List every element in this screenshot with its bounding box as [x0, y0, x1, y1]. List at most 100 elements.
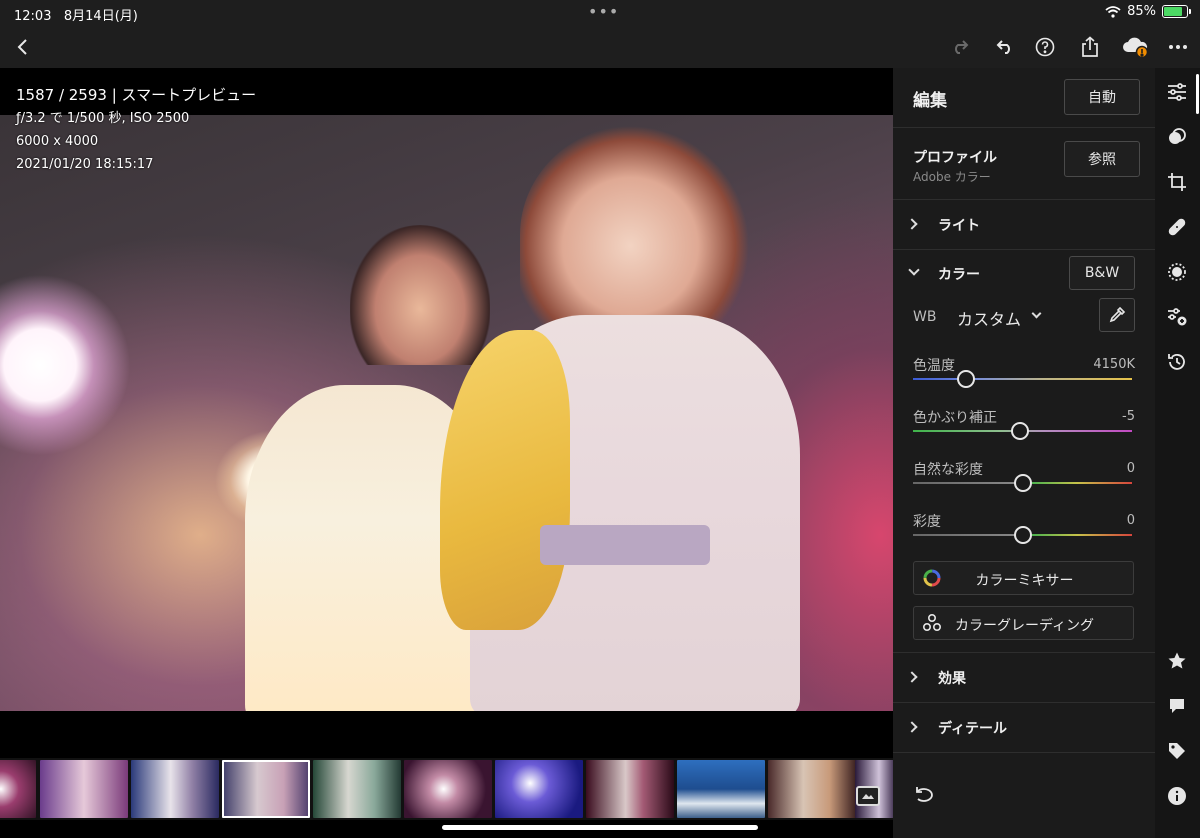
wb-select[interactable]: カスタム [957, 304, 1057, 329]
vibrance-label: 自然な彩度 [913, 462, 983, 478]
photo-sash [540, 525, 710, 565]
edit-header: 編集 自動 [893, 68, 1155, 128]
edit-panel: 編集 自動 プロファイル Adobe カラー 参照 ライト カラー B&W WB… [893, 68, 1155, 838]
share-icon [1082, 36, 1098, 57]
filmstrip-thumb-selected[interactable] [222, 760, 310, 818]
profile-value[interactable]: Adobe カラー [913, 168, 991, 185]
saturation-value[interactable]: 0 [1055, 513, 1135, 528]
tag-icon [1169, 743, 1185, 759]
photo-viewer[interactable]: 1587 / 2593 | スマートプレビュー ƒ/3.2 で 1/500 秒,… [0, 68, 893, 758]
photo-info-overlay: 1587 / 2593 | スマートプレビュー ƒ/3.2 で 1/500 秒,… [16, 84, 256, 176]
color-grading-button[interactable]: カラーグレーディング [913, 606, 1134, 640]
help-icon [1035, 37, 1055, 57]
keywords-button[interactable] [1166, 740, 1188, 762]
filmstrip-icon [862, 794, 874, 799]
masking-tool-button[interactable] [1166, 261, 1188, 283]
reset-icon [916, 787, 933, 802]
crop-icon [1168, 173, 1186, 191]
temperature-slider[interactable] [913, 378, 1132, 380]
bandage-icon [1168, 218, 1186, 236]
tool-rail [1155, 68, 1200, 838]
chevron-left-icon [17, 39, 27, 55]
status-right: 85% [1105, 4, 1191, 19]
help-button[interactable] [1032, 34, 1058, 60]
tint-label: 色かぶり補正 [913, 410, 997, 426]
wb-value: カスタム [957, 310, 1022, 329]
profile-section: プロファイル Adobe カラー 参照 [893, 128, 1155, 200]
history-tool-button[interactable] [1166, 351, 1188, 373]
active-tool-indicator [1196, 74, 1199, 114]
chevron-right-icon [906, 671, 918, 683]
back-button[interactable] [10, 34, 36, 60]
effects-title: 効果 [938, 671, 966, 687]
photo-datetime: 2021/01/20 18:15:17 [16, 157, 154, 172]
filmstrip-thumb[interactable] [586, 760, 674, 818]
photo-subject-left [350, 225, 490, 365]
saturation-slider-knob[interactable] [1013, 526, 1032, 544]
battery-icon [1162, 5, 1191, 18]
chevron-right-icon [906, 721, 918, 733]
color-title: カラー [938, 267, 980, 283]
filmstrip-thumb[interactable] [313, 760, 401, 818]
edit-title: 編集 [913, 91, 947, 111]
vibrance-slider-knob[interactable] [1013, 474, 1032, 492]
presets-tool-button[interactable] [1166, 126, 1188, 148]
auto-button[interactable]: 自動 [1064, 79, 1140, 115]
more-icon [1169, 45, 1187, 49]
photo-index: 1587 / 2593 | スマートプレビュー [16, 86, 257, 104]
info-button[interactable] [1166, 785, 1188, 807]
temperature-label: 色温度 [913, 358, 955, 374]
filmstrip-thumb[interactable] [677, 760, 765, 818]
rating-button[interactable] [1166, 650, 1188, 672]
wifi-icon [1105, 5, 1121, 18]
undo-button[interactable] [992, 34, 1018, 60]
home-indicator[interactable] [442, 825, 758, 830]
redo-icon [955, 40, 969, 54]
tint-slider-knob[interactable] [1011, 422, 1030, 440]
filmstrip[interactable] [0, 758, 893, 820]
share-button[interactable] [1077, 34, 1103, 60]
filmstrip-thumb[interactable] [495, 760, 583, 818]
filmstrip-thumb[interactable] [131, 760, 219, 818]
cloud-sync-button[interactable] [1120, 34, 1150, 60]
cloud-warning-icon [1123, 37, 1149, 58]
filmstrip-thumb[interactable] [40, 760, 128, 818]
effects-section-header[interactable]: 効果 [893, 653, 1155, 703]
detail-title: ディテール [938, 721, 1008, 737]
filmstrip-thumb[interactable] [768, 760, 856, 818]
vibrance-value[interactable]: 0 [1055, 461, 1135, 476]
tint-value[interactable]: -5 [1055, 409, 1135, 424]
filmstrip-toggle-button[interactable] [856, 786, 880, 806]
filmstrip-thumb[interactable] [404, 760, 492, 818]
light-section-header[interactable]: ライト [893, 200, 1155, 250]
filmstrip-thumb[interactable] [0, 760, 36, 818]
color-section-header[interactable]: カラー [893, 250, 1063, 294]
top-toolbar [0, 26, 1200, 68]
light-title: ライト [938, 218, 980, 234]
multitasking-dots[interactable]: ••• [588, 2, 619, 21]
profile-browse-button[interactable]: 参照 [1064, 141, 1140, 177]
healing-tool-button[interactable] [1166, 216, 1188, 238]
photo-subject-right [520, 125, 750, 345]
temperature-slider-knob[interactable] [956, 370, 975, 388]
wb-dropdown-icon [1031, 308, 1042, 319]
photo-canvas[interactable] [0, 115, 893, 711]
edit-tool-button[interactable] [1166, 81, 1188, 103]
crop-tool-button[interactable] [1166, 171, 1188, 193]
bw-button[interactable]: B&W [1069, 256, 1135, 290]
reset-button[interactable] [913, 786, 937, 808]
saturation-label: 彩度 [913, 514, 941, 530]
chevron-down-icon [908, 264, 920, 276]
versions-tool-button[interactable] [1166, 306, 1188, 328]
photo-exposure: ƒ/3.2 で 1/500 秒, ISO 2500 [16, 111, 190, 126]
star-icon [1168, 652, 1186, 669]
more-button[interactable] [1165, 34, 1191, 60]
white-balance-picker-button[interactable] [1099, 298, 1135, 332]
detail-section-header[interactable]: ディテール [893, 703, 1155, 753]
versions-icon [1168, 308, 1187, 326]
comments-button[interactable] [1166, 695, 1188, 717]
color-mixer-label: カラーミキサー [975, 573, 1074, 589]
redo-button[interactable] [947, 34, 973, 60]
color-mixer-button[interactable]: カラーミキサー [913, 561, 1134, 595]
temperature-value[interactable]: 4150K [1055, 357, 1135, 372]
